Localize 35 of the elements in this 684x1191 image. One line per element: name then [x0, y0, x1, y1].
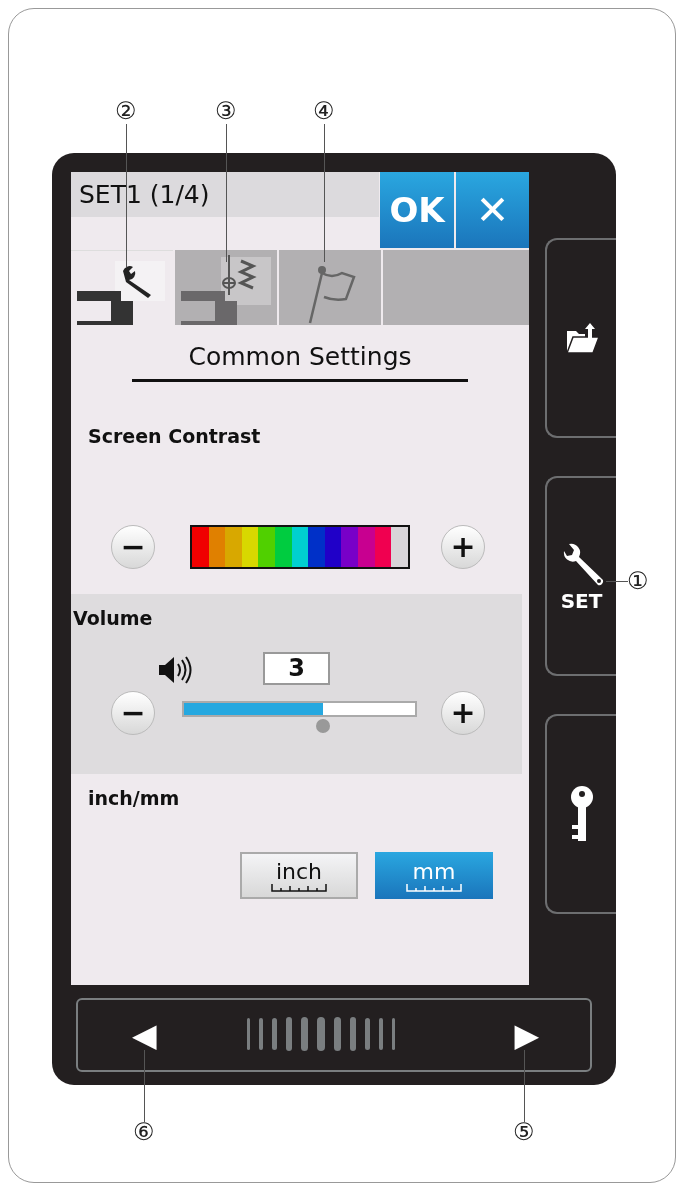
section-heading: Common Settings: [188, 341, 412, 373]
callout-number: ⑥: [133, 1120, 155, 1144]
ruler-icon: [406, 883, 462, 892]
key-button[interactable]: [545, 714, 616, 914]
callout-number: ④: [313, 99, 335, 123]
setting-label: Screen Contrast: [88, 424, 261, 449]
decrease-button[interactable]: −: [111, 691, 155, 735]
folder-upload-icon: [564, 321, 599, 355]
machine-needle-icon: [181, 255, 271, 325]
set-button[interactable]: SET: [545, 476, 616, 676]
ok-button[interactable]: OK: [380, 172, 454, 248]
callout-number: ①: [627, 569, 649, 593]
folder-button[interactable]: [545, 238, 616, 438]
setting-label: inch/mm: [88, 785, 180, 811]
volume-slider[interactable]: [182, 701, 417, 733]
next-button[interactable]: ▶: [514, 1019, 540, 1051]
increase-button[interactable]: +: [441, 524, 485, 569]
setting-label: Volume: [73, 605, 153, 631]
settings-tab[interactable]: [71, 250, 173, 325]
key-icon: [568, 785, 595, 843]
leader-line: [606, 581, 628, 582]
slider-thumb[interactable]: [316, 719, 330, 733]
callout-number: ②: [115, 99, 137, 123]
volume-value: 3: [263, 652, 330, 685]
ruler-icon: [271, 883, 327, 892]
speaker-icon: [157, 655, 193, 685]
close-button[interactable]: ✕: [456, 172, 529, 248]
previous-button[interactable]: ◀: [132, 1019, 157, 1051]
leader-line: [144, 1050, 145, 1122]
callout-number: ⑤: [513, 1120, 535, 1144]
unit-button[interactable]: inch: [240, 852, 358, 899]
decrease-button[interactable]: −: [111, 524, 155, 569]
increase-button[interactable]: +: [441, 691, 485, 735]
callout-number: ③: [215, 99, 237, 123]
leader-line: [524, 1050, 525, 1122]
